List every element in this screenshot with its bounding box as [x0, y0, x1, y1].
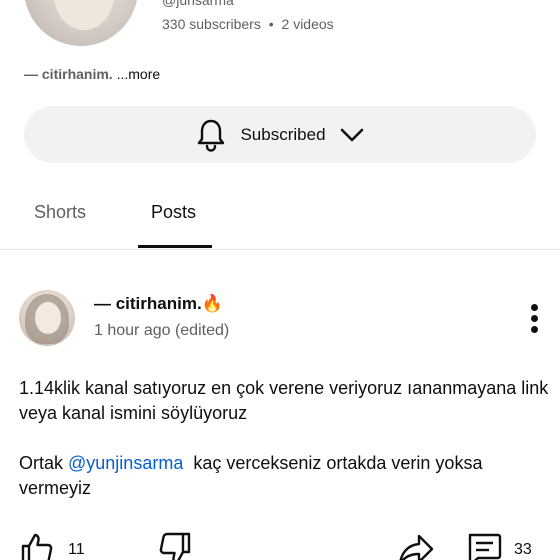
post-paragraph-1: 1.14klik kanal satıyoruz en çok verene v…	[19, 378, 549, 423]
post-author-name[interactable]: — citirhanim.🔥	[94, 294, 223, 314]
comment-icon[interactable]	[466, 532, 502, 560]
channel-tabs: Shorts Posts	[0, 184, 560, 250]
subscribed-button[interactable]: Subscribed	[24, 106, 536, 163]
tab-posts[interactable]: Posts	[151, 202, 196, 223]
active-tab-indicator	[138, 245, 212, 248]
channel-handle: @junsarma	[162, 0, 234, 8]
meta-separator: •	[268, 16, 274, 32]
more-options-icon[interactable]	[526, 304, 544, 334]
post-actions: 11 33	[0, 528, 560, 560]
post-text-prefix: Ortak	[19, 453, 69, 473]
more-link[interactable]: ...more	[117, 66, 161, 82]
share-icon[interactable]	[398, 532, 434, 560]
post-body: 1.14klik kanal satıyoruz en çok verene v…	[19, 376, 549, 526]
channel-meta: 330 subscribers • 2 videos	[162, 16, 334, 32]
post-timestamp: 1 hour ago (edited)	[94, 322, 230, 339]
like-icon[interactable]	[20, 532, 54, 560]
mention-link[interactable]: @yunjinsarma	[68, 453, 183, 473]
video-count: 2 videos	[281, 16, 334, 32]
like-count: 11	[68, 541, 85, 558]
tab-shorts[interactable]: Shorts	[34, 202, 86, 223]
comment-count: 33	[514, 541, 532, 558]
dislike-icon[interactable]	[158, 532, 192, 560]
chevron-down-icon	[340, 128, 363, 141]
subscribed-label: Subscribed	[240, 124, 326, 144]
channel-description[interactable]: — citirhanim. ...more	[24, 66, 160, 82]
description-text: — citirhanim.	[24, 66, 113, 82]
bell-icon	[198, 119, 225, 152]
subscriber-count: 330 subscribers	[162, 16, 261, 32]
post-author-avatar[interactable]	[19, 290, 75, 346]
post-paragraph-2: Ortak @yunjinsarma kaç vercekseniz ortak…	[19, 451, 549, 501]
channel-avatar[interactable]	[24, 0, 138, 46]
